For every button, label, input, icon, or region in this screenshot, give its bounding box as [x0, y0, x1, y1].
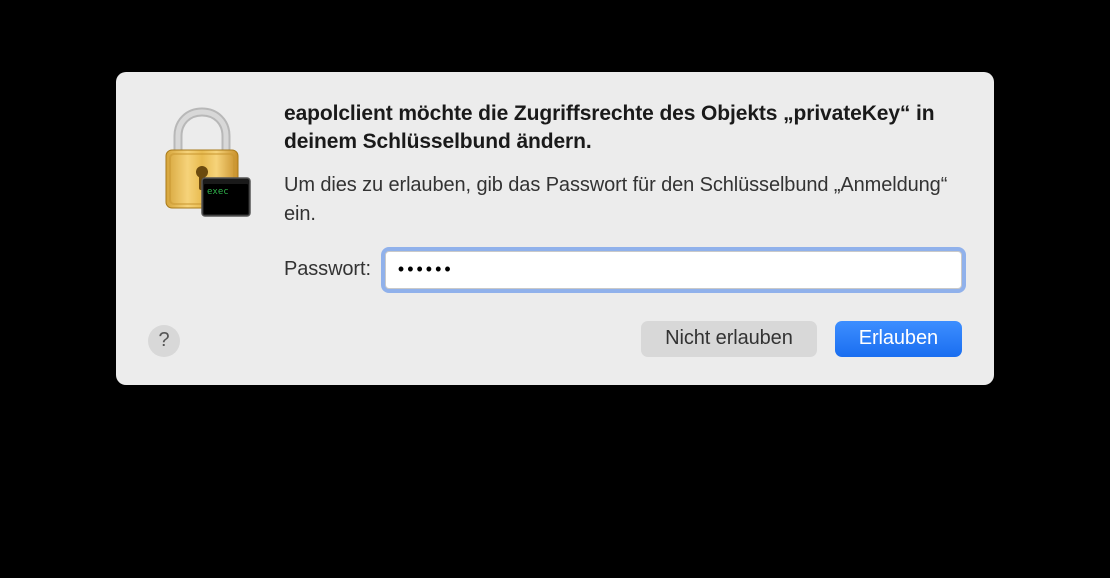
keychain-dialog: exec eapolclient möchte die Zugriffsrech…: [116, 72, 994, 385]
exec-badge-icon: exec: [202, 178, 250, 216]
lock-icon: exec: [148, 104, 256, 224]
dialog-icon-wrap: exec: [148, 100, 256, 289]
svg-text:exec: exec: [207, 187, 229, 197]
help-button[interactable]: ?: [148, 325, 180, 357]
button-row: Nicht erlauben Erlauben: [148, 321, 962, 357]
dialog-subtext: Um dies zu erlauben, gib das Passwort fü…: [284, 171, 962, 229]
dialog-content: exec eapolclient möchte die Zugriffsrech…: [148, 100, 962, 289]
password-label: Passwort:: [284, 258, 371, 281]
password-input[interactable]: [385, 251, 962, 289]
allow-button[interactable]: Erlauben: [835, 321, 962, 357]
dialog-text-column: eapolclient möchte die Zugriffsrechte de…: [284, 100, 962, 289]
dialog-heading: eapolclient möchte die Zugriffsrechte de…: [284, 100, 962, 157]
deny-button[interactable]: Nicht erlauben: [641, 321, 817, 357]
password-row: Passwort:: [284, 251, 962, 289]
